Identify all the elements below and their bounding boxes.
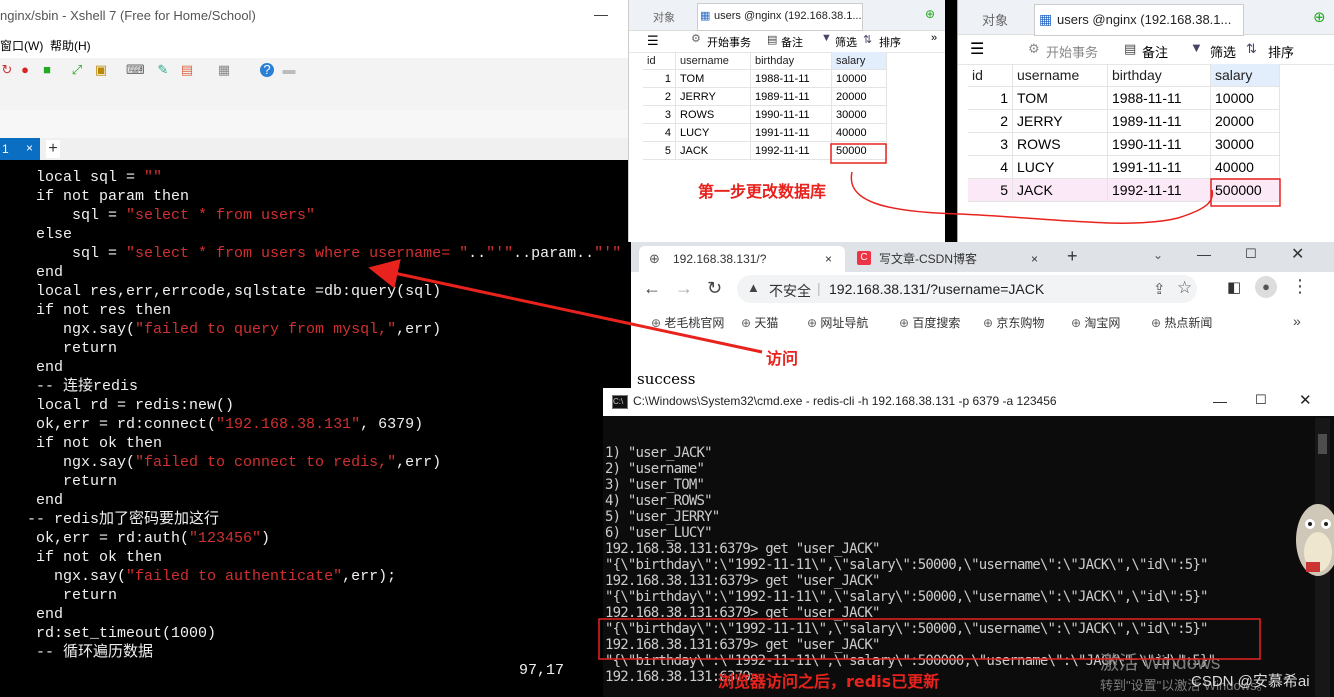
annotation-step1: 第一步更改数据库 [698, 182, 827, 201]
redis-result-highlight [598, 618, 1261, 660]
annotation-visit: 访问 [766, 349, 799, 368]
annotation-overlay [368, 143, 1281, 660]
csdn-watermark: CSDN @安慕希ai [1191, 673, 1310, 690]
salary-highlight-small [830, 143, 887, 164]
salary-highlight-large [1210, 178, 1281, 207]
visit-arrow [368, 259, 763, 354]
change-curve [850, 171, 1214, 224]
annotation-after: 浏览器访问之后，redis已更新 [718, 672, 940, 691]
